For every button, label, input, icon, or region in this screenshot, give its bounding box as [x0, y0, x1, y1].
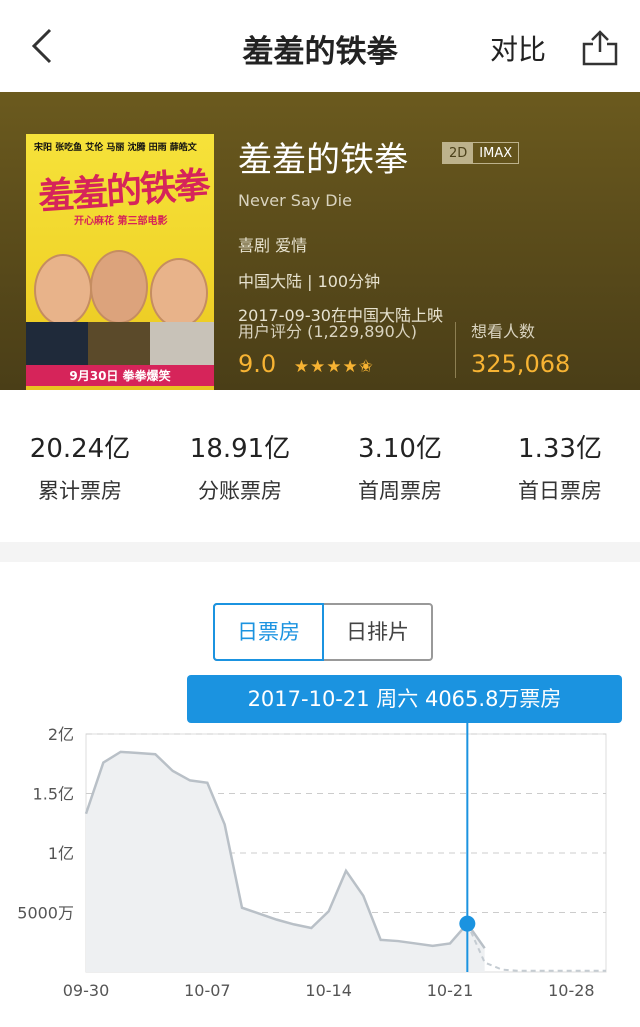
x-tick-label: 09-30	[63, 981, 110, 1000]
stat-first-week: 3.10亿 首周票房	[320, 390, 480, 542]
poster-title: 羞羞的铁拳	[37, 165, 210, 218]
area-fill	[86, 751, 485, 972]
box-office-stats: 20.24亿 累计票房 18.91亿 分账票房 3.10亿 首周票房 1.33亿…	[0, 390, 640, 542]
poster-subtitle: 开心麻花 第三部电影	[74, 216, 168, 227]
x-tick-label: 10-07	[184, 981, 231, 1000]
y-tick-label: 2亿	[48, 725, 74, 744]
stat-value: 3.10亿	[358, 434, 442, 464]
stat-label: 累计票房	[38, 479, 122, 503]
tab-daily-screenings[interactable]: 日排片	[324, 605, 431, 659]
stat-value: 18.91亿	[189, 434, 291, 464]
badge-imax: IMAX	[479, 146, 513, 161]
y-tick-label: 1.5亿	[33, 785, 74, 804]
poster-face	[34, 254, 92, 326]
stat-first-day: 1.33亿 首日票房	[480, 390, 640, 542]
top-nav: 羞羞的铁拳 对比	[0, 0, 640, 92]
share-icon[interactable]	[578, 24, 622, 68]
format-badge: 2D IMAX	[442, 142, 520, 164]
want-label: 想看人数	[471, 322, 536, 341]
x-tick-label: 10-14	[305, 981, 352, 1000]
stat-value: 20.24亿	[29, 434, 131, 464]
tab-daily-box-office[interactable]: 日票房	[213, 603, 324, 661]
rating-value: 9.0	[238, 350, 277, 378]
genres: 喜剧 爱情	[238, 236, 308, 255]
country-duration: 中国大陆 | 100分钟	[238, 272, 381, 291]
movie-info: 羞羞的铁拳 2D IMAX Never Say Die 喜剧 爱情 中国大陆 |…	[238, 132, 628, 326]
stat-total: 20.24亿 累计票房	[0, 390, 160, 542]
chart-tabs: 日票房 日排片	[213, 603, 433, 661]
x-tick-label: 10-21	[427, 981, 474, 1000]
rating-label: 用户评分 (1,229,890人)	[238, 322, 418, 341]
poster-face	[90, 250, 148, 324]
forecast-line	[466, 923, 606, 972]
english-title: Never Say Die	[238, 191, 352, 210]
highlight-point	[459, 915, 476, 932]
want-to-see[interactable]: 想看人数 325,068	[471, 318, 570, 378]
compare-button[interactable]: 对比	[490, 28, 546, 68]
stat-value: 1.33亿	[518, 434, 602, 464]
poster-date: 9月30日 拳拳爆笑	[26, 365, 214, 386]
rating-stars-icon: ★★★★✬	[293, 357, 375, 377]
rating-value-row: 9.0 ★★★★✬	[238, 350, 458, 378]
box-office-chart[interactable]: 2亿 1.5亿 1亿 5000万 09-30 10-07 10-14 10-21 10-28	[0, 720, 640, 1020]
divider	[455, 322, 456, 378]
want-count: 325,068	[471, 350, 571, 378]
movie-poster[interactable]: 宋阳 张吃鱼 艾伦 马丽 沈腾 田雨 薛皓文 羞羞的铁拳 开心麻花 第三部电影 …	[26, 134, 214, 390]
x-tick-label: 10-28	[548, 981, 595, 1000]
chart-tooltip: 2017-10-21 周六 4065.8万票房	[187, 675, 622, 723]
stat-split: 18.91亿 分账票房	[160, 390, 320, 542]
badge-2d: 2D	[443, 143, 474, 163]
poster-cast: 宋阳 张吃鱼 艾伦 马丽 沈腾 田雨 薛皓文	[34, 143, 197, 153]
stat-label: 分账票房	[198, 479, 282, 503]
y-tick-label: 1亿	[48, 844, 74, 863]
stat-label: 首周票房	[358, 479, 442, 503]
stat-label: 首日票房	[518, 479, 602, 503]
section-divider	[0, 542, 640, 562]
y-tick-label: 5000万	[17, 904, 74, 923]
movie-header: 宋阳 张吃鱼 艾伦 马丽 沈腾 田雨 薛皓文 羞羞的铁拳 开心麻花 第三部电影 …	[0, 92, 640, 390]
movie-title: 羞羞的铁拳	[238, 140, 408, 180]
poster-face	[150, 258, 208, 328]
user-rating[interactable]: 用户评分 (1,229,890人) 9.0 ★★★★✬	[238, 318, 458, 378]
